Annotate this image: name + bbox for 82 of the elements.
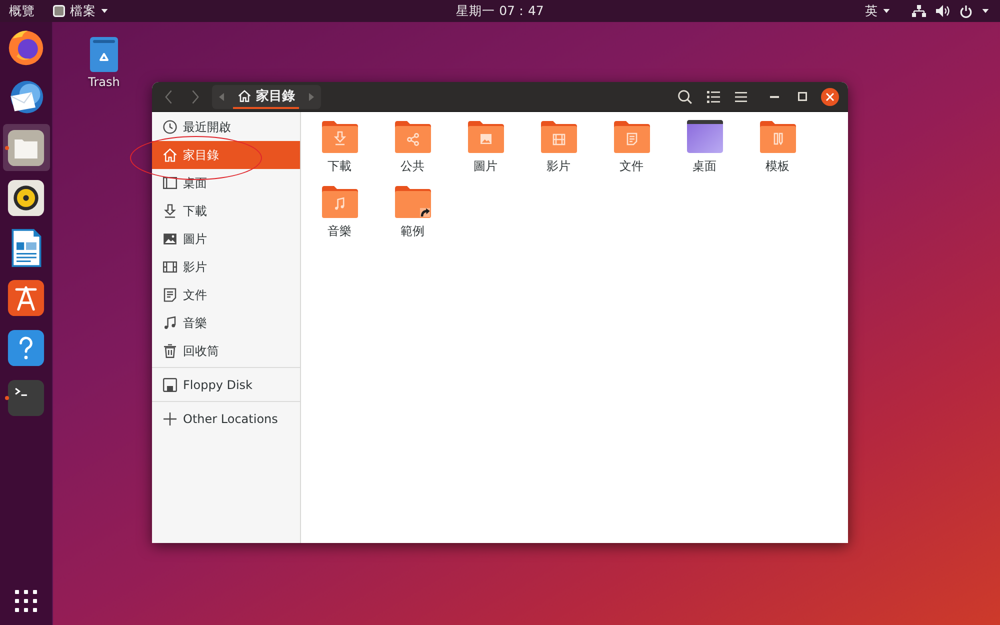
folder-label: 下載: [328, 158, 352, 175]
path-button[interactable]: 家目錄: [233, 84, 299, 108]
folder-label: 模板: [766, 158, 790, 175]
sidebar-item[interactable]: 下載: [152, 197, 300, 225]
folder-item[interactable]: 桌面: [668, 119, 741, 176]
chevron-right-icon: [192, 90, 199, 104]
network-icon: [912, 5, 926, 17]
sidebar-item[interactable]: 圖片: [152, 225, 300, 253]
speaker-icon: [7, 178, 45, 216]
caret-down-icon: [982, 9, 989, 13]
folder-item[interactable]: 圖片: [449, 119, 522, 176]
input-method-button[interactable]: 英: [860, 0, 895, 22]
app-menu-button[interactable]: 檔案: [48, 0, 113, 22]
film-folder-icon: [540, 120, 576, 153]
folder-icon: [7, 128, 45, 166]
folder-item[interactable]: 模板: [741, 119, 814, 176]
grid-icon: [15, 590, 37, 612]
chevron-left-icon: [165, 90, 172, 104]
desktop-folder-icon: [686, 120, 722, 153]
plus-icon: [163, 412, 177, 426]
image-icon: [163, 232, 177, 246]
folder-label: 範例: [400, 223, 424, 240]
folder-item[interactable]: 影片: [522, 119, 595, 176]
desktop-icon: [163, 176, 177, 190]
folder-label: 桌面: [692, 158, 716, 175]
folder-item[interactable]: 音樂: [303, 184, 376, 241]
sidebar-item[interactable]: 音樂: [152, 309, 300, 337]
list-icon: [706, 90, 720, 102]
caret-down-icon: [101, 9, 108, 13]
sidebar-item[interactable]: Other Locations: [152, 405, 300, 433]
film-icon: [163, 260, 177, 274]
power-icon: [960, 4, 972, 18]
music-note-icon: [163, 316, 177, 330]
help-icon: [7, 328, 45, 366]
folder-label: 文件: [620, 158, 644, 175]
shopping-bag-icon: [7, 278, 45, 316]
folder-item[interactable]: 範例: [376, 184, 449, 241]
desktop-item-label: Trash: [88, 75, 120, 89]
share-folder-icon: [394, 120, 430, 153]
clock-icon: [163, 120, 177, 134]
menu-icon: [735, 92, 747, 102]
caret-down-icon: [883, 9, 890, 13]
desktop-item[interactable]: Trash: [77, 37, 131, 89]
maximize-icon: [798, 92, 806, 101]
download-folder-icon: [322, 120, 358, 153]
folder-label: 公共: [400, 158, 424, 175]
minimize-icon: [770, 96, 778, 98]
folder-label: 圖片: [474, 158, 498, 175]
picture-folder-icon: [468, 120, 504, 153]
music-folder-icon: [322, 185, 358, 218]
sidebar-item[interactable]: 影片: [152, 253, 300, 281]
close-icon: [826, 92, 834, 100]
trash-icon: [163, 344, 177, 358]
search-icon: [678, 90, 692, 104]
download-icon: [163, 204, 177, 218]
recycle-bin-icon: [90, 37, 118, 72]
home-icon: [163, 148, 177, 162]
link-folder-icon: [394, 185, 430, 218]
home-icon: [238, 90, 251, 102]
sidebar-item[interactable]: 文件: [152, 281, 300, 309]
folder-label: 音樂: [328, 223, 352, 240]
clock-button[interactable]: 星期一 07：47: [451, 0, 549, 22]
folder-item[interactable]: 下載: [303, 119, 376, 176]
sidebar-item[interactable]: 桌面: [152, 169, 300, 197]
dock-item[interactable]: [2, 124, 50, 171]
globe-icon: [7, 28, 45, 66]
folder-label: 影片: [546, 158, 570, 175]
app-icon: [53, 5, 65, 17]
terminal-icon: [7, 378, 45, 416]
drive-icon: [163, 378, 177, 392]
volume-icon: [936, 5, 950, 17]
document-icon: [163, 288, 177, 302]
sidebar-item[interactable]: 家目錄: [152, 141, 300, 169]
close-button[interactable]: [821, 88, 839, 106]
template-folder-icon: [760, 120, 796, 153]
document-folder-icon: [614, 120, 650, 153]
folder-item[interactable]: 公共: [376, 119, 449, 176]
sidebar-item[interactable]: Floppy Disk: [152, 371, 300, 399]
folder-item[interactable]: 文件: [595, 119, 668, 176]
activities-button[interactable]: 概覽: [4, 0, 40, 22]
sidebar-item[interactable]: 最近開啟: [152, 113, 300, 141]
sidebar-item[interactable]: 回收筒: [152, 337, 300, 365]
